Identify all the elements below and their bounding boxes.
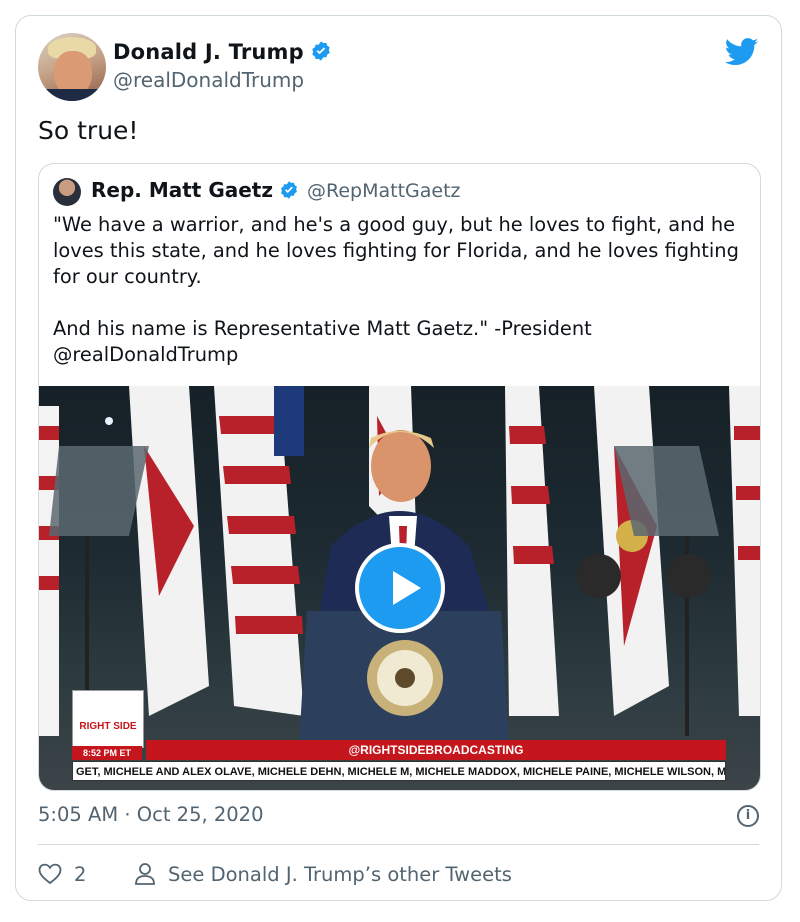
quoted-author-handle[interactable]: @RepMattGaetz [307,180,461,202]
see-other-tweets-label[interactable]: See Donald J. Trump’s other Tweets [168,863,512,886]
verified-badge-icon [281,181,297,199]
author-handle[interactable]: @realDonaldTrump [113,68,304,92]
author-name[interactable]: Donald J. Trump [113,40,332,64]
quoted-tweet-text: "We have a warrior, and he's a good guy,… [53,212,753,368]
divider [38,844,759,845]
author-name-text[interactable]: Donald J. Trump [113,40,304,64]
quoted-author-name[interactable]: Rep. Matt Gaetz [91,178,273,202]
quoted-author-avatar[interactable] [53,178,81,206]
quoted-author-row[interactable]: Rep. Matt Gaetz @RepMattGaetz [91,178,461,202]
play-icon[interactable] [355,543,445,633]
author-avatar[interactable] [38,33,106,101]
quoted-text-paragraph: "We have a warrior, and he's a good guy,… [53,213,739,288]
channel-logo-text: RIGHT SIDE [79,721,137,732]
info-icon[interactable]: i [737,805,759,827]
twitter-bird-icon[interactable] [725,38,759,66]
broadcast-ticker: GET, MICHELE AND ALEX OLAVE, MICHELE DEH… [72,761,726,781]
quoted-tweet[interactable]: Rep. Matt Gaetz @RepMattGaetz "We have a … [38,163,761,791]
see-other-tweets-link[interactable]: See Donald J. Trump’s other Tweets [134,859,512,889]
channel-logo: RIGHT SIDE [72,690,144,748]
verified-badge-icon [312,41,330,61]
person-icon [135,863,155,885]
tweet-timestamp[interactable]: 5:05 AM · Oct 25, 2020 [38,803,264,826]
broadcast-time-badge: 8:52 PM ET [72,746,142,760]
broadcast-banner: @RIGHTSIDEBROADCASTING [146,740,726,760]
video-player[interactable]: RIGHT SIDE 8:52 PM ET @RIGHTSIDEBROADCAS… [39,386,760,790]
tweet-text: So true! [38,116,139,145]
embedded-tweet-card: Donald J. Trump @realDonaldTrump So true… [15,15,782,901]
like-button[interactable]: 2 [38,859,86,889]
quoted-text-paragraph: And his name is Representative Matt Gaet… [53,317,592,366]
like-count: 2 [74,862,87,886]
heart-icon [38,863,62,885]
